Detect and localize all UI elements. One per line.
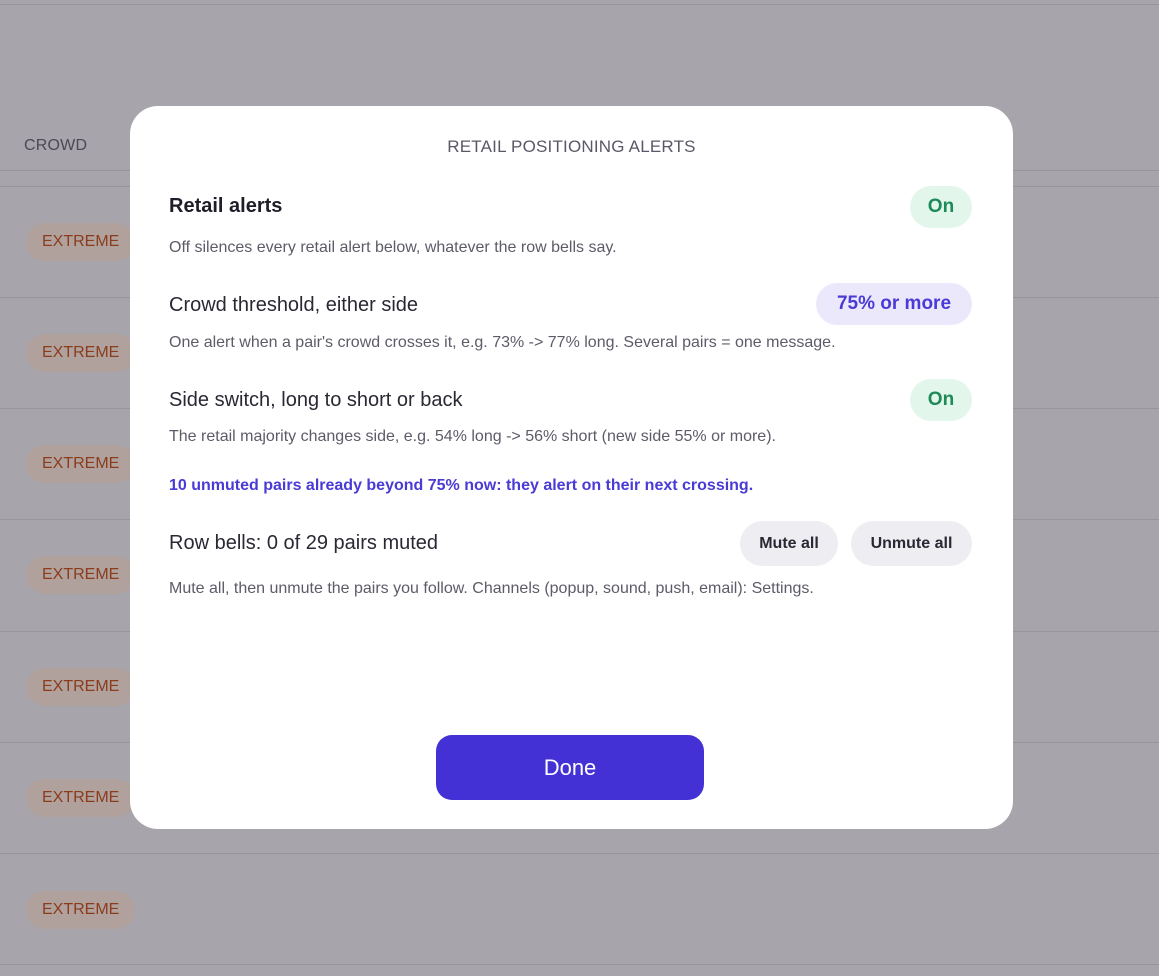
side-switch-label: Side switch, long to short or back [169, 389, 463, 411]
row-bells-label: Row bells: 0 of 29 pairs muted [169, 532, 439, 554]
divider [0, 4, 1159, 5]
unmute-all-button[interactable]: Unmute all [851, 521, 972, 566]
crowd-threshold-select[interactable]: 75% or more [816, 283, 972, 325]
retail-alerts-modal: RETAIL POSITIONING ALERTS Retail alerts … [130, 106, 1013, 829]
divider [0, 964, 1159, 965]
done-button[interactable]: Done [436, 735, 704, 800]
crowd-badge: EXTREME [26, 556, 136, 594]
side-switch-toggle[interactable]: On [910, 379, 972, 421]
crowd-badge: EXTREME [26, 779, 136, 817]
mute-all-button[interactable]: Mute all [740, 521, 838, 566]
crowd-badge: EXTREME [26, 445, 136, 483]
retail-alerts-description: Off silences every retail alert below, w… [169, 239, 617, 256]
crowd-badge: EXTREME [26, 668, 136, 706]
side-switch-description: The retail majority changes side, e.g. 5… [169, 428, 776, 445]
row-bells-description: Mute all, then unmute the pairs you foll… [169, 580, 814, 597]
crowd-badge: EXTREME [26, 334, 136, 372]
retail-alerts-toggle[interactable]: On [910, 186, 972, 228]
crowd-badge: EXTREME [26, 891, 136, 929]
crowd-badge: EXTREME [26, 223, 136, 261]
retail-alerts-label: Retail alerts [169, 195, 283, 217]
modal-title: RETAIL POSITIONING ALERTS [447, 137, 696, 156]
crowd-threshold-description: One alert when a pair's crowd crosses it… [169, 334, 836, 351]
column-header-crowd: CROWD [24, 137, 88, 154]
unmuted-pairs-note: 10 unmuted pairs already beyond 75% now:… [169, 477, 754, 494]
crowd-threshold-label: Crowd threshold, either side [169, 294, 419, 316]
divider [0, 853, 1159, 854]
